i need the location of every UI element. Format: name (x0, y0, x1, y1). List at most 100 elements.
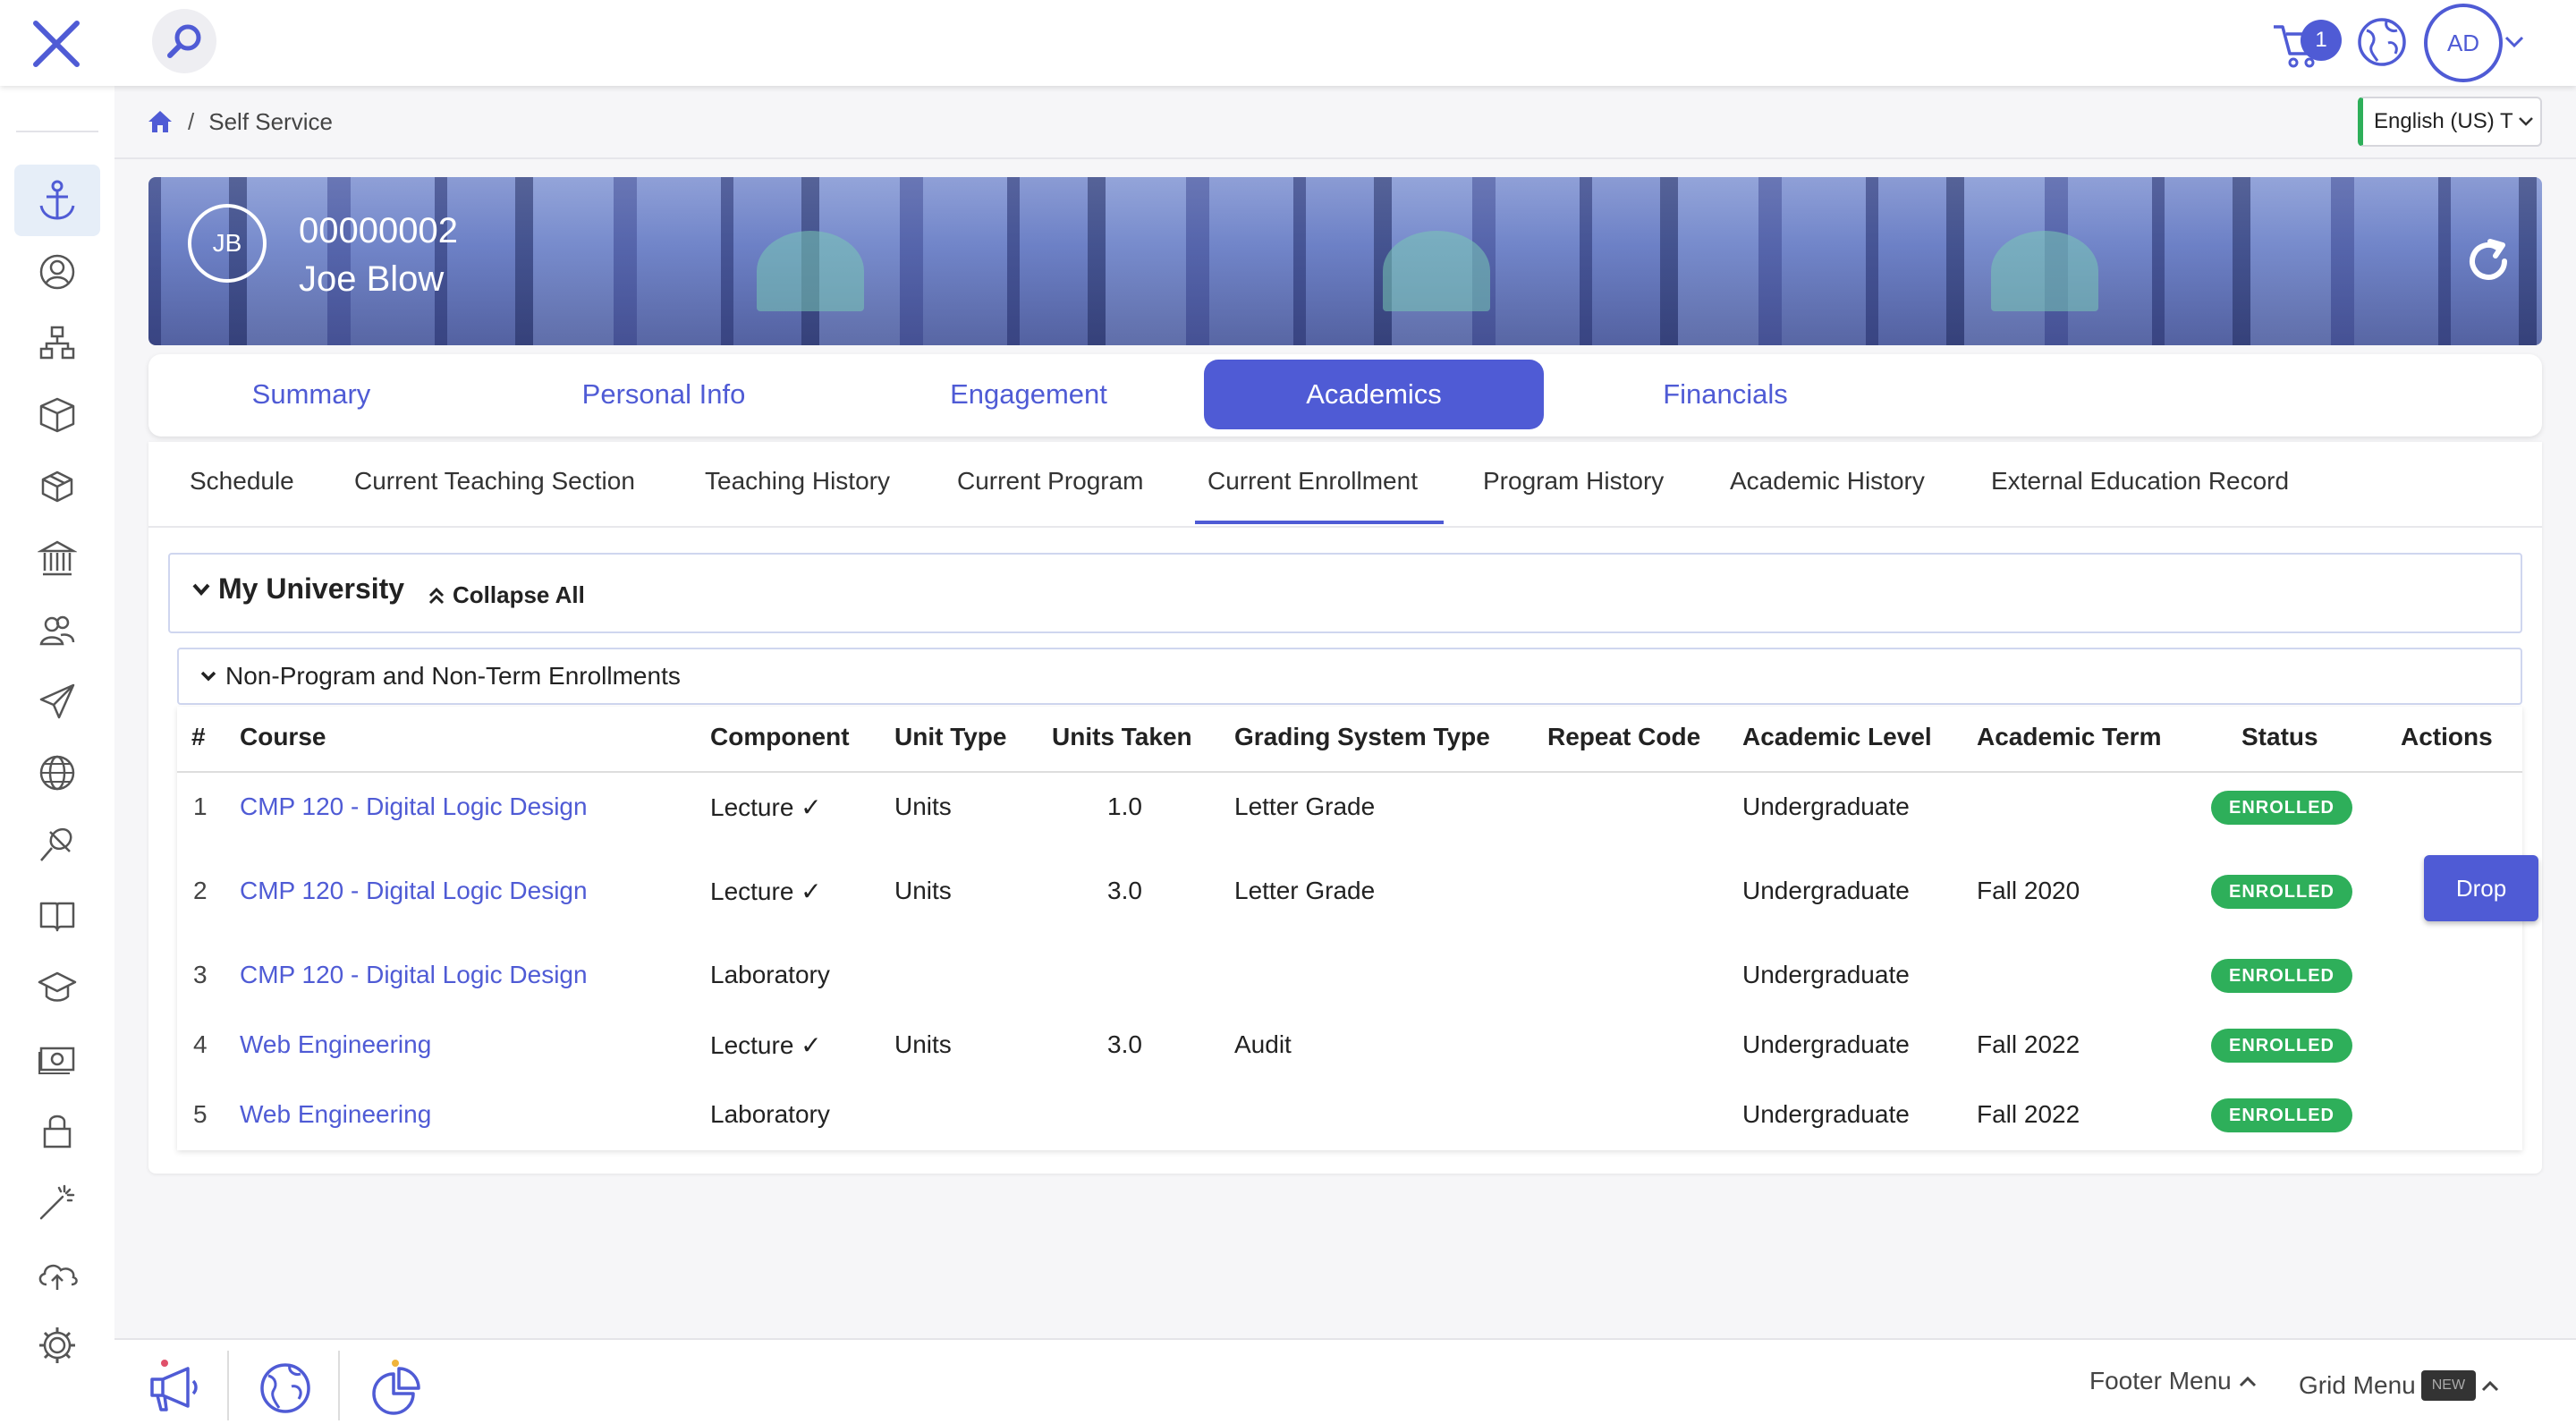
academic-term-cell: Fall 2020 (1977, 877, 2080, 904)
subtab-current-program[interactable]: Current Program (957, 467, 1144, 496)
close-icon[interactable] (27, 16, 86, 72)
subtab-schedule[interactable]: Schedule (190, 467, 294, 496)
sidebar-item-box[interactable] (14, 379, 100, 451)
breadcrumb: / Self Service (147, 106, 333, 138)
sidebar-item-send[interactable] (14, 665, 100, 737)
row-number: 1 (193, 793, 208, 820)
sidebar-item-magic[interactable] (14, 1166, 100, 1238)
sidebar-item-hierarchy[interactable] (14, 308, 100, 379)
panel-toggle[interactable]: My University (191, 572, 404, 606)
grading-system-cell: Letter Grade (1234, 793, 1376, 820)
group-title: Non-Program and Non-Term Enrollments (225, 662, 681, 690)
column-header[interactable]: Academic Level (1742, 723, 1932, 751)
tab-summary[interactable]: Summary (234, 360, 388, 429)
chevron-down-icon[interactable] (2503, 32, 2526, 50)
globe-icon (2358, 18, 2406, 66)
component-cell: Lecture ✓ (710, 793, 822, 821)
main-tabs: Summary Personal Info Engagement Academi… (148, 354, 2542, 437)
package-icon (41, 470, 73, 503)
magic-wand-icon (39, 1184, 75, 1220)
home-icon[interactable] (147, 109, 174, 134)
footer-menu-button[interactable]: Footer Menu (2089, 1367, 2258, 1395)
breadcrumb-current: Self Service (208, 107, 333, 135)
academic-level-cell: Undergraduate (1742, 1100, 1910, 1128)
component-cell: Lecture ✓ (710, 877, 822, 905)
column-header[interactable]: Course (240, 723, 326, 751)
column-header[interactable]: Component (710, 723, 850, 751)
grading-system-cell: Letter Grade (1234, 877, 1376, 904)
column-header[interactable]: Units Taken (1052, 723, 1192, 751)
unit-type-cell: Units (894, 793, 952, 820)
column-header[interactable]: Grading System Type (1234, 723, 1490, 751)
tab-academics[interactable]: Academics (1204, 360, 1544, 429)
sidebar-item-education[interactable] (14, 952, 100, 1023)
pie-chart-icon (372, 1360, 420, 1415)
course-link[interactable]: CMP 120 - Digital Logic Design (240, 961, 588, 989)
top-bar: 1 AD (0, 0, 2576, 86)
subtab-teaching-history[interactable]: Teaching History (705, 467, 890, 496)
gear-icon (39, 1327, 75, 1363)
tab-financials[interactable]: Financials (1642, 360, 1809, 429)
academic-level-cell: Undergraduate (1742, 793, 1910, 820)
refresh-button[interactable] (2463, 234, 2517, 288)
chevron-down-icon (2519, 117, 2533, 126)
announcements-button[interactable] (143, 1354, 206, 1417)
subtab-academic-history[interactable]: Academic History (1730, 467, 1925, 496)
drop-button[interactable]: Drop (2424, 855, 2538, 921)
component-cell: Laboratory (710, 961, 830, 988)
tab-engagement[interactable]: Engagement (928, 360, 1129, 429)
profile-banner: JB 00000002 Joe Blow (148, 177, 2542, 345)
sidebar-item-security[interactable] (14, 1095, 100, 1166)
collapse-all-button[interactable]: Collapse All (428, 581, 585, 609)
subtab-current-enrollment[interactable]: Current Enrollment (1208, 467, 1418, 496)
enrollment-table: # Course Component Unit Type Units Taken… (177, 707, 2538, 1150)
sidebar-item-world[interactable] (14, 737, 100, 809)
active-subtab-indicator (1195, 521, 1444, 524)
sidebar-item-institution[interactable] (14, 522, 100, 594)
paper-plane-icon (39, 683, 75, 719)
globe-button[interactable] (2356, 16, 2408, 68)
grid-menu-button[interactable]: Grid Menu NEW (2299, 1370, 2501, 1401)
course-link[interactable]: CMP 120 - Digital Logic Design (240, 793, 588, 821)
chevron-up-icon (2481, 1380, 2499, 1392)
analytics-button[interactable] (365, 1354, 428, 1417)
sidebar-item-package[interactable] (14, 451, 100, 522)
row-number: 4 (193, 1030, 208, 1058)
graduation-cap-icon (38, 971, 77, 1002)
profile-id: 00000002 (299, 211, 458, 250)
sidebar-item-cloud[interactable] (14, 1238, 100, 1310)
sidebar-item-profile[interactable] (14, 236, 100, 308)
course-link[interactable]: Web Engineering (240, 1030, 431, 1059)
sidebar-item-sports[interactable] (14, 809, 100, 880)
subtab-current-teaching-section[interactable]: Current Teaching Section (354, 467, 635, 496)
search-button[interactable] (152, 9, 216, 73)
subtab-program-history[interactable]: Program History (1483, 467, 1664, 496)
user-avatar-button[interactable]: AD (2424, 4, 2503, 82)
group-toggle[interactable]: Non-Program and Non-Term Enrollments (200, 662, 681, 691)
sidebar-item-finance[interactable] (14, 1023, 100, 1095)
racket-icon (40, 827, 72, 861)
course-link[interactable]: Web Engineering (240, 1100, 431, 1129)
subtab-divider (148, 526, 2542, 528)
language-select[interactable]: English (US) T (2358, 97, 2542, 147)
world-button[interactable] (254, 1354, 317, 1417)
sidebar-item-settings[interactable] (14, 1310, 100, 1381)
column-header[interactable]: Repeat Code (1547, 723, 1700, 751)
anchor-icon (39, 180, 75, 220)
column-header[interactable]: Unit Type (894, 723, 1006, 751)
unit-type-cell: Units (894, 877, 952, 904)
sidebar-item-book[interactable] (14, 880, 100, 952)
column-header[interactable]: Status (2241, 723, 2318, 751)
row-number: 3 (193, 961, 208, 988)
subtab-external-education-record[interactable]: External Education Record (1991, 467, 2289, 496)
component-cell: Laboratory (710, 1100, 830, 1128)
sidebar-item-anchor[interactable] (14, 165, 100, 236)
column-header[interactable]: Academic Term (1977, 723, 2161, 751)
sidebar-item-people[interactable] (14, 594, 100, 665)
course-link[interactable]: CMP 120 - Digital Logic Design (240, 877, 588, 905)
grid-menu-label: Grid Menu (2299, 1371, 2416, 1399)
left-sidebar (0, 86, 114, 1424)
collapse-all-label: Collapse All (453, 581, 585, 608)
megaphone-icon (150, 1360, 198, 1411)
tab-personal-info[interactable]: Personal Info (569, 360, 758, 429)
